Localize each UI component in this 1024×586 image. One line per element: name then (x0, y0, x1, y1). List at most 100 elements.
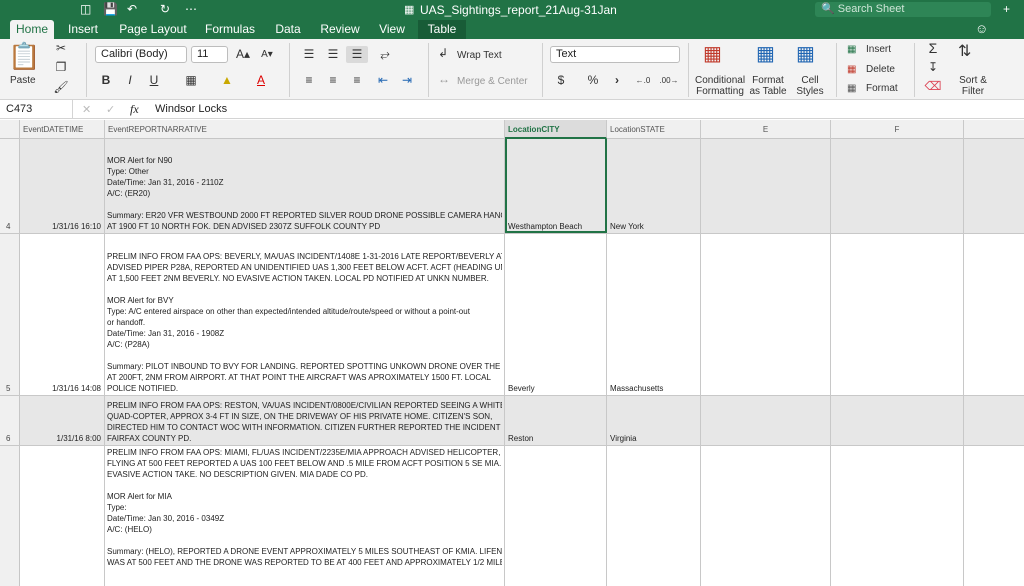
fill-color-icon[interactable]: ▲ (216, 72, 238, 89)
increase-decimal-icon[interactable]: ←.0 (632, 72, 654, 89)
format-as-table-button[interactable]: Format as Table (748, 75, 788, 97)
delete-cells-button[interactable]: Delete (866, 64, 895, 75)
column-header-e[interactable]: E (701, 120, 831, 139)
increase-indent-icon[interactable]: ⇥ (396, 72, 418, 89)
location-city-cell[interactable] (505, 446, 607, 586)
tab-table[interactable]: Table (418, 20, 466, 39)
paste-button[interactable]: Paste (10, 75, 36, 86)
empty-cell[interactable] (701, 139, 831, 233)
event-datetime-cell[interactable]: 1/31/16 14:08 (20, 234, 105, 395)
number-format-select[interactable]: Text (550, 46, 680, 63)
format-cells-icon[interactable]: ▦ (847, 83, 856, 94)
align-right-icon[interactable]: ≡ (346, 72, 368, 89)
percent-button[interactable]: % (582, 72, 604, 89)
insert-cells-button[interactable]: Insert (866, 44, 891, 55)
enter-icon[interactable]: ✓ (106, 103, 115, 116)
empty-cell[interactable] (831, 396, 964, 445)
currency-button[interactable]: $ (550, 72, 572, 89)
table-row[interactable]: 5 1/31/16 14:08 PRELIM INFO FROM FAA OPS… (0, 234, 1024, 396)
tab-page-layout[interactable]: Page Layout (114, 20, 192, 39)
share-icon[interactable]: + (1003, 2, 1010, 16)
column-header-a[interactable]: EventDATETIME (20, 120, 105, 139)
column-header-c[interactable]: LocationCITY (505, 120, 607, 139)
delete-cells-icon[interactable]: ▦ (847, 64, 856, 75)
sidebar-toggle-icon[interactable]: ◫ (80, 2, 91, 16)
cancel-icon[interactable]: ✕ (82, 103, 91, 116)
event-datetime-cell[interactable]: 1/31/16 16:10 (20, 139, 105, 233)
orientation-icon[interactable]: ⥂ (374, 46, 396, 63)
empty-cell[interactable] (964, 396, 1024, 445)
decrease-indent-icon[interactable]: ⇤ (372, 72, 394, 89)
location-state-cell[interactable]: New York (607, 139, 701, 233)
redo-icon[interactable]: ↻ (160, 2, 170, 16)
tab-data[interactable]: Data (270, 20, 306, 39)
font-name-select[interactable]: Calibri (Body) (95, 46, 187, 63)
clipboard-icon[interactable]: 📋 (8, 43, 40, 69)
undo-icon[interactable]: ↶ (127, 2, 137, 16)
format-as-table-icon[interactable]: ▦ (756, 43, 775, 65)
font-color-icon[interactable]: A (250, 72, 272, 89)
location-state-cell[interactable]: Virginia (607, 396, 701, 445)
insert-cells-icon[interactable]: ▦ (847, 44, 856, 55)
save-icon[interactable]: 💾 (103, 2, 118, 16)
location-city-cell[interactable]: Beverly (505, 234, 607, 395)
empty-cell[interactable] (964, 446, 1024, 586)
autosum-icon[interactable]: Σ (922, 40, 944, 57)
formula-input[interactable]: Windsor Locks (155, 103, 227, 115)
tab-home[interactable]: Home (10, 20, 54, 39)
align-bottom-icon[interactable]: ☰ (346, 46, 368, 63)
more-icon[interactable]: ⋯ (185, 2, 197, 16)
decrease-decimal-icon[interactable]: .00→ (658, 72, 680, 89)
search-sheet-input[interactable]: 🔍 Search Sheet (815, 2, 991, 17)
copy-icon[interactable]: ❐ (50, 59, 72, 76)
bold-button[interactable]: B (95, 72, 117, 89)
underline-button[interactable]: U (143, 72, 165, 89)
sort-filter-icon[interactable]: ⇅ (958, 42, 971, 62)
tab-view[interactable]: View (374, 20, 410, 39)
cut-icon[interactable]: ✂ (50, 40, 72, 57)
event-narrative-cell[interactable]: PRELIM INFO FROM FAA OPS: RESTON, VA/UAS… (105, 396, 505, 445)
table-row[interactable]: 4 1/31/16 16:10 MOR Alert for N90 Type: O… (0, 139, 1024, 234)
row-header[interactable] (0, 446, 20, 586)
row-header[interactable]: 6 (0, 396, 20, 445)
select-all-corner[interactable] (0, 120, 20, 139)
comma-style-button[interactable]: › (606, 72, 628, 89)
tab-formulas[interactable]: Formulas (200, 20, 260, 39)
font-size-select[interactable]: 11 (191, 46, 228, 63)
event-narrative-cell[interactable]: MOR Alert for N90 Type: Other Date/Time: J… (105, 139, 505, 233)
event-narrative-cell[interactable]: PRELIM INFO FROM FAA OPS: MIAMI, FL/UAS … (105, 446, 505, 586)
cell-styles-button[interactable]: Cell Styles (794, 75, 826, 97)
align-left-icon[interactable]: ≡ (298, 72, 320, 89)
row-header[interactable]: 5 (0, 234, 20, 395)
empty-cell[interactable] (831, 446, 964, 586)
column-header-b[interactable]: EventREPORTNARRATIVE (105, 120, 505, 139)
location-city-cell[interactable]: Westhampton Beach (505, 139, 607, 233)
align-middle-icon[interactable]: ☰ (322, 46, 344, 63)
table-row[interactable]: PRELIM INFO FROM FAA OPS: MIAMI, FL/UAS … (0, 446, 1024, 586)
format-painter-icon[interactable]: 🖌 (50, 79, 72, 96)
event-narrative-cell[interactable]: PRELIM INFO FROM FAA OPS: BEVERLY, MA/UA… (105, 234, 505, 395)
sort-filter-button[interactable]: Sort & Filter (956, 75, 990, 97)
format-cells-button[interactable]: Format (866, 83, 898, 94)
conditional-formatting-button[interactable]: Conditional Formatting (695, 75, 745, 97)
location-state-cell[interactable]: Massachusetts (607, 234, 701, 395)
empty-cell[interactable] (964, 234, 1024, 395)
event-datetime-cell[interactable] (20, 446, 105, 586)
empty-cell[interactable] (831, 234, 964, 395)
empty-cell[interactable] (701, 446, 831, 586)
clear-icon[interactable]: ⌫ (922, 78, 944, 95)
fx-icon[interactable]: fx (130, 102, 139, 117)
location-state-cell[interactable] (607, 446, 701, 586)
italic-button[interactable]: I (119, 72, 141, 89)
empty-cell[interactable] (701, 234, 831, 395)
conditional-formatting-icon[interactable]: ▦ (703, 43, 722, 65)
empty-cell[interactable] (964, 139, 1024, 233)
row-header[interactable]: 4 (0, 139, 20, 233)
decrease-font-icon[interactable]: A▾ (256, 46, 278, 63)
align-top-icon[interactable]: ☰ (298, 46, 320, 63)
fill-icon[interactable]: ↧ (922, 59, 944, 76)
wrap-text-button[interactable]: Wrap Text (457, 50, 502, 61)
empty-cell[interactable] (701, 396, 831, 445)
event-datetime-cell[interactable]: 1/31/16 8:00 (20, 396, 105, 445)
column-header-g[interactable] (964, 120, 1024, 139)
